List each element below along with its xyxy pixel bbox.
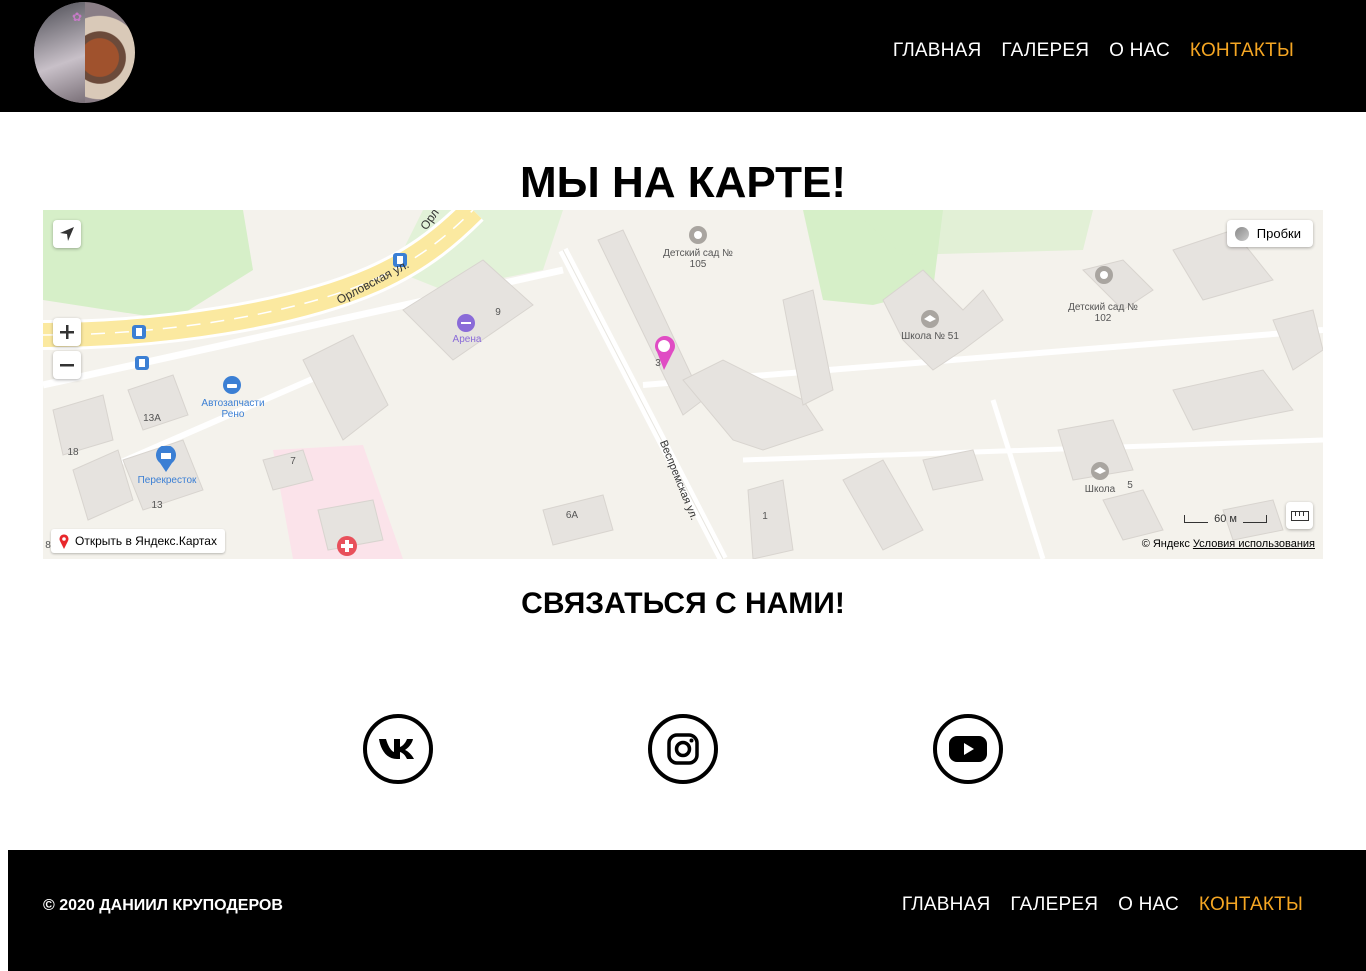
footer-copyright: © 2020 ДАНИИЛ КРУПОДЕРОВ xyxy=(43,897,283,914)
map-label-house-5: 5 xyxy=(1127,480,1133,491)
bus-stop-icon xyxy=(135,356,149,370)
footer-nav: ГЛАВНАЯ ГАЛЕРЕЯ О НАС КОНТАКТЫ xyxy=(902,894,1303,916)
map-label-house-6a: 6А xyxy=(565,510,579,521)
zoom-in-button[interactable] xyxy=(53,318,81,346)
footer-link-about[interactable]: О НАС xyxy=(1118,894,1179,916)
map-label-house-13a: 13А xyxy=(143,413,161,424)
geolocation-button[interactable] xyxy=(53,220,81,248)
bus-stop-icon xyxy=(132,325,146,339)
youtube-icon xyxy=(949,736,987,762)
vk-icon xyxy=(379,739,414,759)
minus-icon xyxy=(60,364,74,367)
ruler-icon xyxy=(1290,510,1309,521)
map-pin-icon xyxy=(59,533,69,549)
terms-of-use-link[interactable]: Условия использования xyxy=(1193,538,1315,550)
instagram-link[interactable] xyxy=(648,714,718,784)
shopping-basket-icon xyxy=(156,446,176,472)
footer-link-contacts[interactable]: КОНТАКТЫ xyxy=(1199,894,1303,916)
car-icon xyxy=(223,376,241,394)
map-label-house-1: 1 xyxy=(762,511,768,522)
school-icon xyxy=(921,310,939,328)
map-label-school: Школа xyxy=(1084,484,1116,495)
kindergarten-icon xyxy=(689,226,707,244)
map-label-autoparts: Автозапчасти Рено xyxy=(201,398,265,420)
footer-link-gallery[interactable]: ГАЛЕРЕЯ xyxy=(1010,894,1098,916)
school-icon xyxy=(1091,462,1109,480)
map-scale: 60 м xyxy=(1184,513,1267,525)
traffic-button[interactable]: Пробки xyxy=(1226,220,1313,247)
map-label-kindergarten-105: Детский сад № 105 xyxy=(663,248,733,270)
flower-icon: ✿ xyxy=(72,10,83,24)
plus-icon xyxy=(60,325,74,339)
map-label-house-3: 3 xyxy=(655,358,661,369)
site-header: ✿ ГЛАВНАЯ ГАЛЕРЕЯ О НАС КОНТАКТЫ xyxy=(0,0,1366,112)
yandex-copyright: © Яндекс xyxy=(1141,538,1190,550)
logo-avatar[interactable]: ✿ xyxy=(34,2,135,103)
map-label-school-51: Школа № 51 xyxy=(901,331,959,342)
open-in-yandex-maps-label: Открыть в Яндекс.Картах xyxy=(75,534,217,548)
vk-link[interactable] xyxy=(363,714,433,784)
hospital-icon xyxy=(337,536,357,556)
nav-link-about[interactable]: О НАС xyxy=(1109,40,1170,62)
nav-link-gallery[interactable]: ГАЛЕРЕЯ xyxy=(1001,40,1089,62)
traffic-light-icon xyxy=(1234,226,1249,241)
navigation-arrow-icon xyxy=(60,227,74,241)
map-label-arena: Арена xyxy=(452,334,482,345)
header-nav: ГЛАВНАЯ ГАЛЕРЕЯ О НАС КОНТАКТЫ xyxy=(893,40,1294,62)
nav-link-home[interactable]: ГЛАВНАЯ xyxy=(893,40,982,62)
ruler-button[interactable] xyxy=(1286,502,1313,529)
youtube-link[interactable] xyxy=(933,714,1003,784)
open-in-yandex-maps-link[interactable]: Открыть в Яндекс.Картах xyxy=(51,529,225,553)
arena-icon xyxy=(457,314,475,332)
map-label-house-7: 7 xyxy=(290,456,296,467)
map-copyright: © Яндекс Условия использования xyxy=(1142,538,1315,550)
map-label-perekrestok: Перекресток xyxy=(137,475,197,486)
map-title: МЫ НА КАРТЕ! xyxy=(519,158,846,207)
map-label-house-9: 9 xyxy=(495,307,501,318)
footer-link-home[interactable]: ГЛАВНАЯ xyxy=(902,894,991,916)
contact-title: СВЯЗАТЬСЯ С НАМИ! xyxy=(521,587,845,620)
site-footer: © 2020 ДАНИИЛ КРУПОДЕРОВ ГЛАВНАЯ ГАЛЕРЕЯ… xyxy=(8,850,1366,971)
yandex-map[interactable]: Арена Детский сад № 105 Детский сад № 10… xyxy=(43,210,1323,559)
map-label-kindergarten-102: Детский сад № 102 xyxy=(1068,302,1138,324)
map-label-house-13: 13 xyxy=(151,500,163,511)
zoom-out-button[interactable] xyxy=(53,351,81,379)
nav-link-contacts[interactable]: КОНТАКТЫ xyxy=(1190,40,1294,62)
kindergarten-icon xyxy=(1095,266,1113,284)
instagram-icon xyxy=(667,733,699,765)
map-label-house-18: 18 xyxy=(67,447,79,458)
traffic-label: Пробки xyxy=(1256,226,1301,241)
map-scale-label: 60 м xyxy=(1214,513,1237,525)
